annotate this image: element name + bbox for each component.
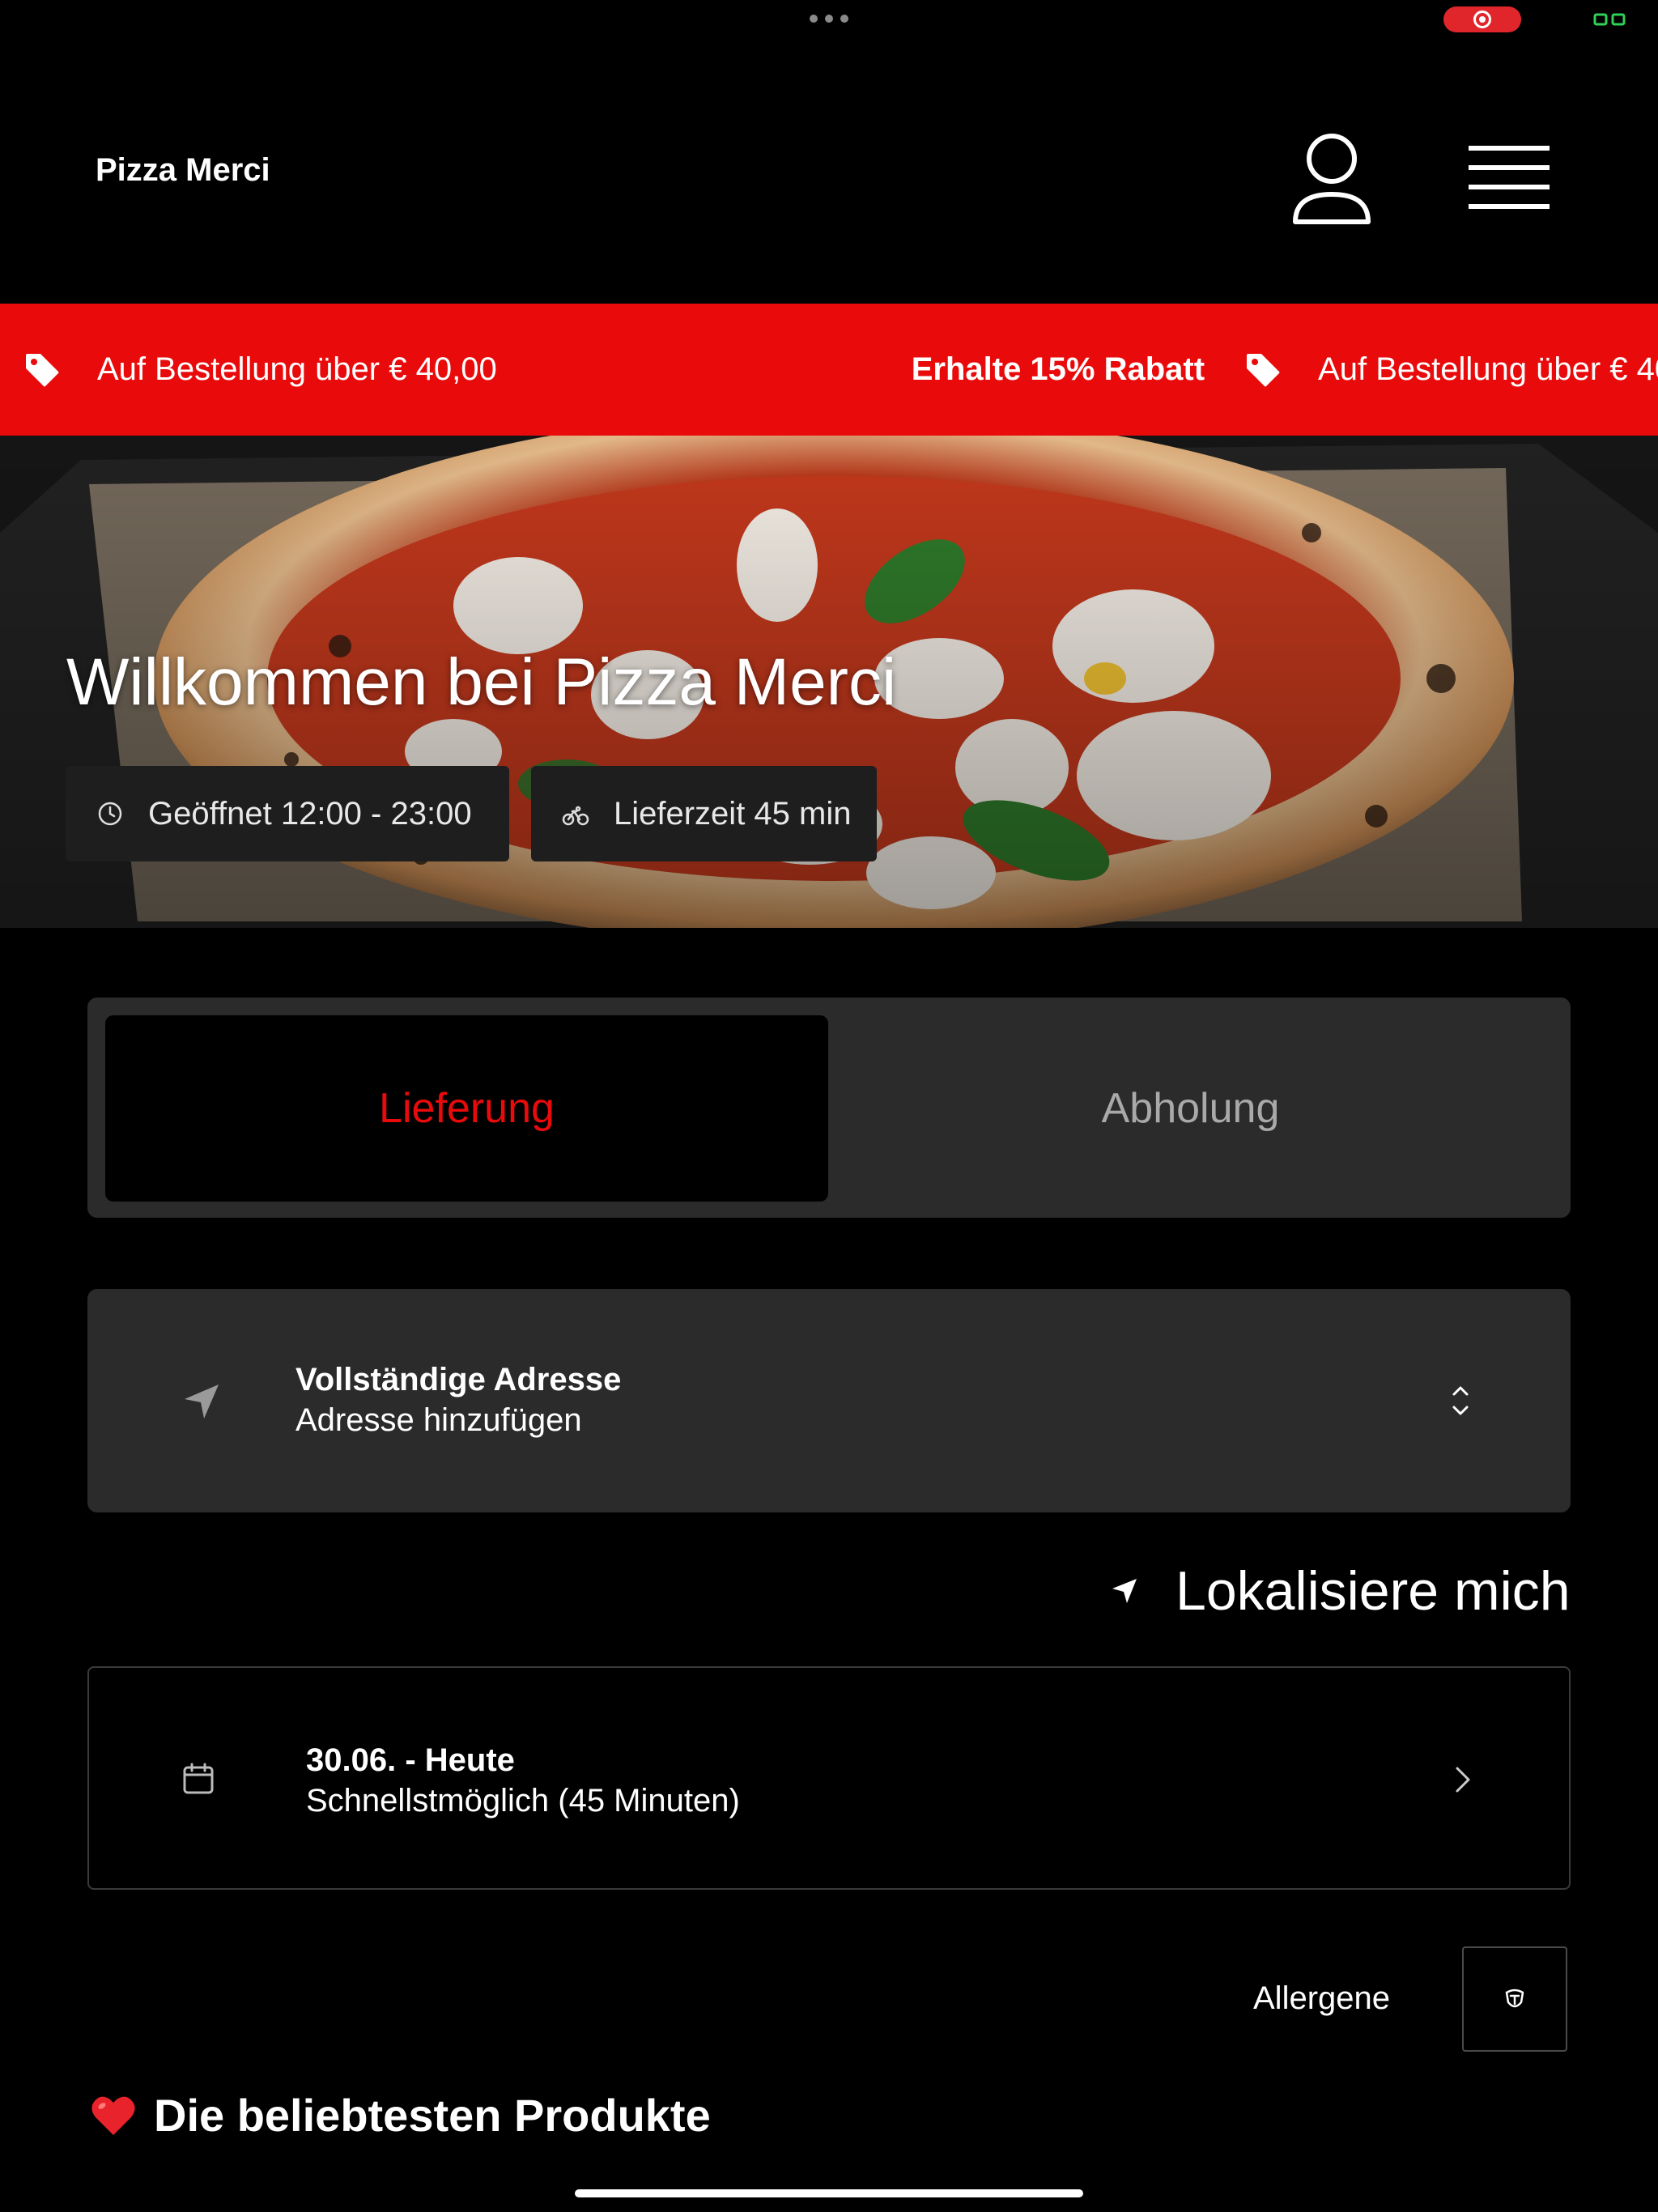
- profile-icon[interactable]: [1287, 126, 1376, 232]
- address-selector[interactable]: Vollständige Adresse Adresse hinzufügen: [87, 1289, 1571, 1512]
- section-title: Die beliebtesten Produkte: [154, 2090, 711, 2141]
- allergen-label: Allergene: [1253, 1980, 1391, 2016]
- locate-me-label: Lokalisiere mich: [1175, 1560, 1571, 1622]
- chevron-up-down-icon: [1452, 1386, 1469, 1415]
- delivery-time-text: Lieferzeit 45 min: [614, 795, 852, 832]
- calendar-icon: [183, 1763, 214, 1794]
- order-mode-toggle: Lieferung Abholung: [87, 998, 1571, 1218]
- bicycle-icon: [562, 806, 589, 826]
- app-header: Pizza Merci: [0, 49, 1658, 304]
- location-arrow-icon: [185, 1385, 219, 1419]
- tab-pickup[interactable]: Abholung: [828, 1015, 1553, 1202]
- address-subtitle: Adresse hinzufügen: [295, 1402, 582, 1438]
- tab-pickup-label: Abholung: [1101, 1085, 1280, 1132]
- opening-hours-chip: Geöffnet 12:00 - 23:00: [66, 766, 509, 861]
- record-icon: [1473, 11, 1491, 28]
- clock-icon: [98, 802, 122, 826]
- brand-name[interactable]: Pizza Merci: [96, 152, 270, 189]
- home-indicator[interactable]: [575, 2189, 1083, 2197]
- schedule-selector[interactable]: 30.06. - Heute Schnellstmöglich (45 Minu…: [87, 1666, 1571, 1890]
- locate-me-button[interactable]: Lokalisiere mich: [1109, 1558, 1571, 1624]
- schedule-time: Schnellstmöglich (45 Minuten): [306, 1783, 740, 1819]
- tab-delivery[interactable]: Lieferung: [105, 1015, 828, 1202]
- delivery-time-chip: Lieferzeit 45 min: [531, 766, 877, 861]
- promo-text: Auf Bestellung über € 40,00: [97, 351, 497, 387]
- opening-hours-text: Geöffnet 12:00 - 23:00: [148, 795, 472, 832]
- hero-title: Willkommen bei Pizza Merci: [66, 645, 897, 719]
- popular-products-heading: Die beliebtesten Produkte: [89, 2089, 711, 2142]
- promo-banner: Auf Bestellung über € 40,00 Erhalte 15% …: [0, 304, 1658, 436]
- tag-icon: [1247, 353, 1280, 386]
- promo-highlight: Erhalte 15% Rabatt: [911, 351, 1205, 387]
- allergen-icon: [1505, 1989, 1524, 2008]
- location-arrow-icon: [1112, 1579, 1137, 1603]
- tab-delivery-label: Lieferung: [379, 1085, 555, 1132]
- tag-icon: [26, 353, 59, 386]
- heart-icon: [91, 2096, 135, 2135]
- battery-icon: [1593, 13, 1626, 26]
- allergen-filter-button[interactable]: [1462, 1946, 1567, 2052]
- menu-icon[interactable]: [1464, 136, 1554, 217]
- chevron-right-icon: [1456, 1767, 1470, 1793]
- promo-marquee: Auf Bestellung über € 40,00 Erhalte 15% …: [0, 304, 1658, 436]
- promo-text-repeat: Auf Bestellung über € 40,00: [1318, 351, 1658, 387]
- screen-recording-indicator: [1443, 6, 1521, 32]
- address-title: Vollständige Adresse: [295, 1362, 622, 1397]
- schedule-date: 30.06. - Heute: [306, 1742, 515, 1778]
- hero-section: Willkommen bei Pizza Merci Geöffnet 12:0…: [0, 436, 1658, 928]
- multitasking-dots[interactable]: [810, 13, 848, 24]
